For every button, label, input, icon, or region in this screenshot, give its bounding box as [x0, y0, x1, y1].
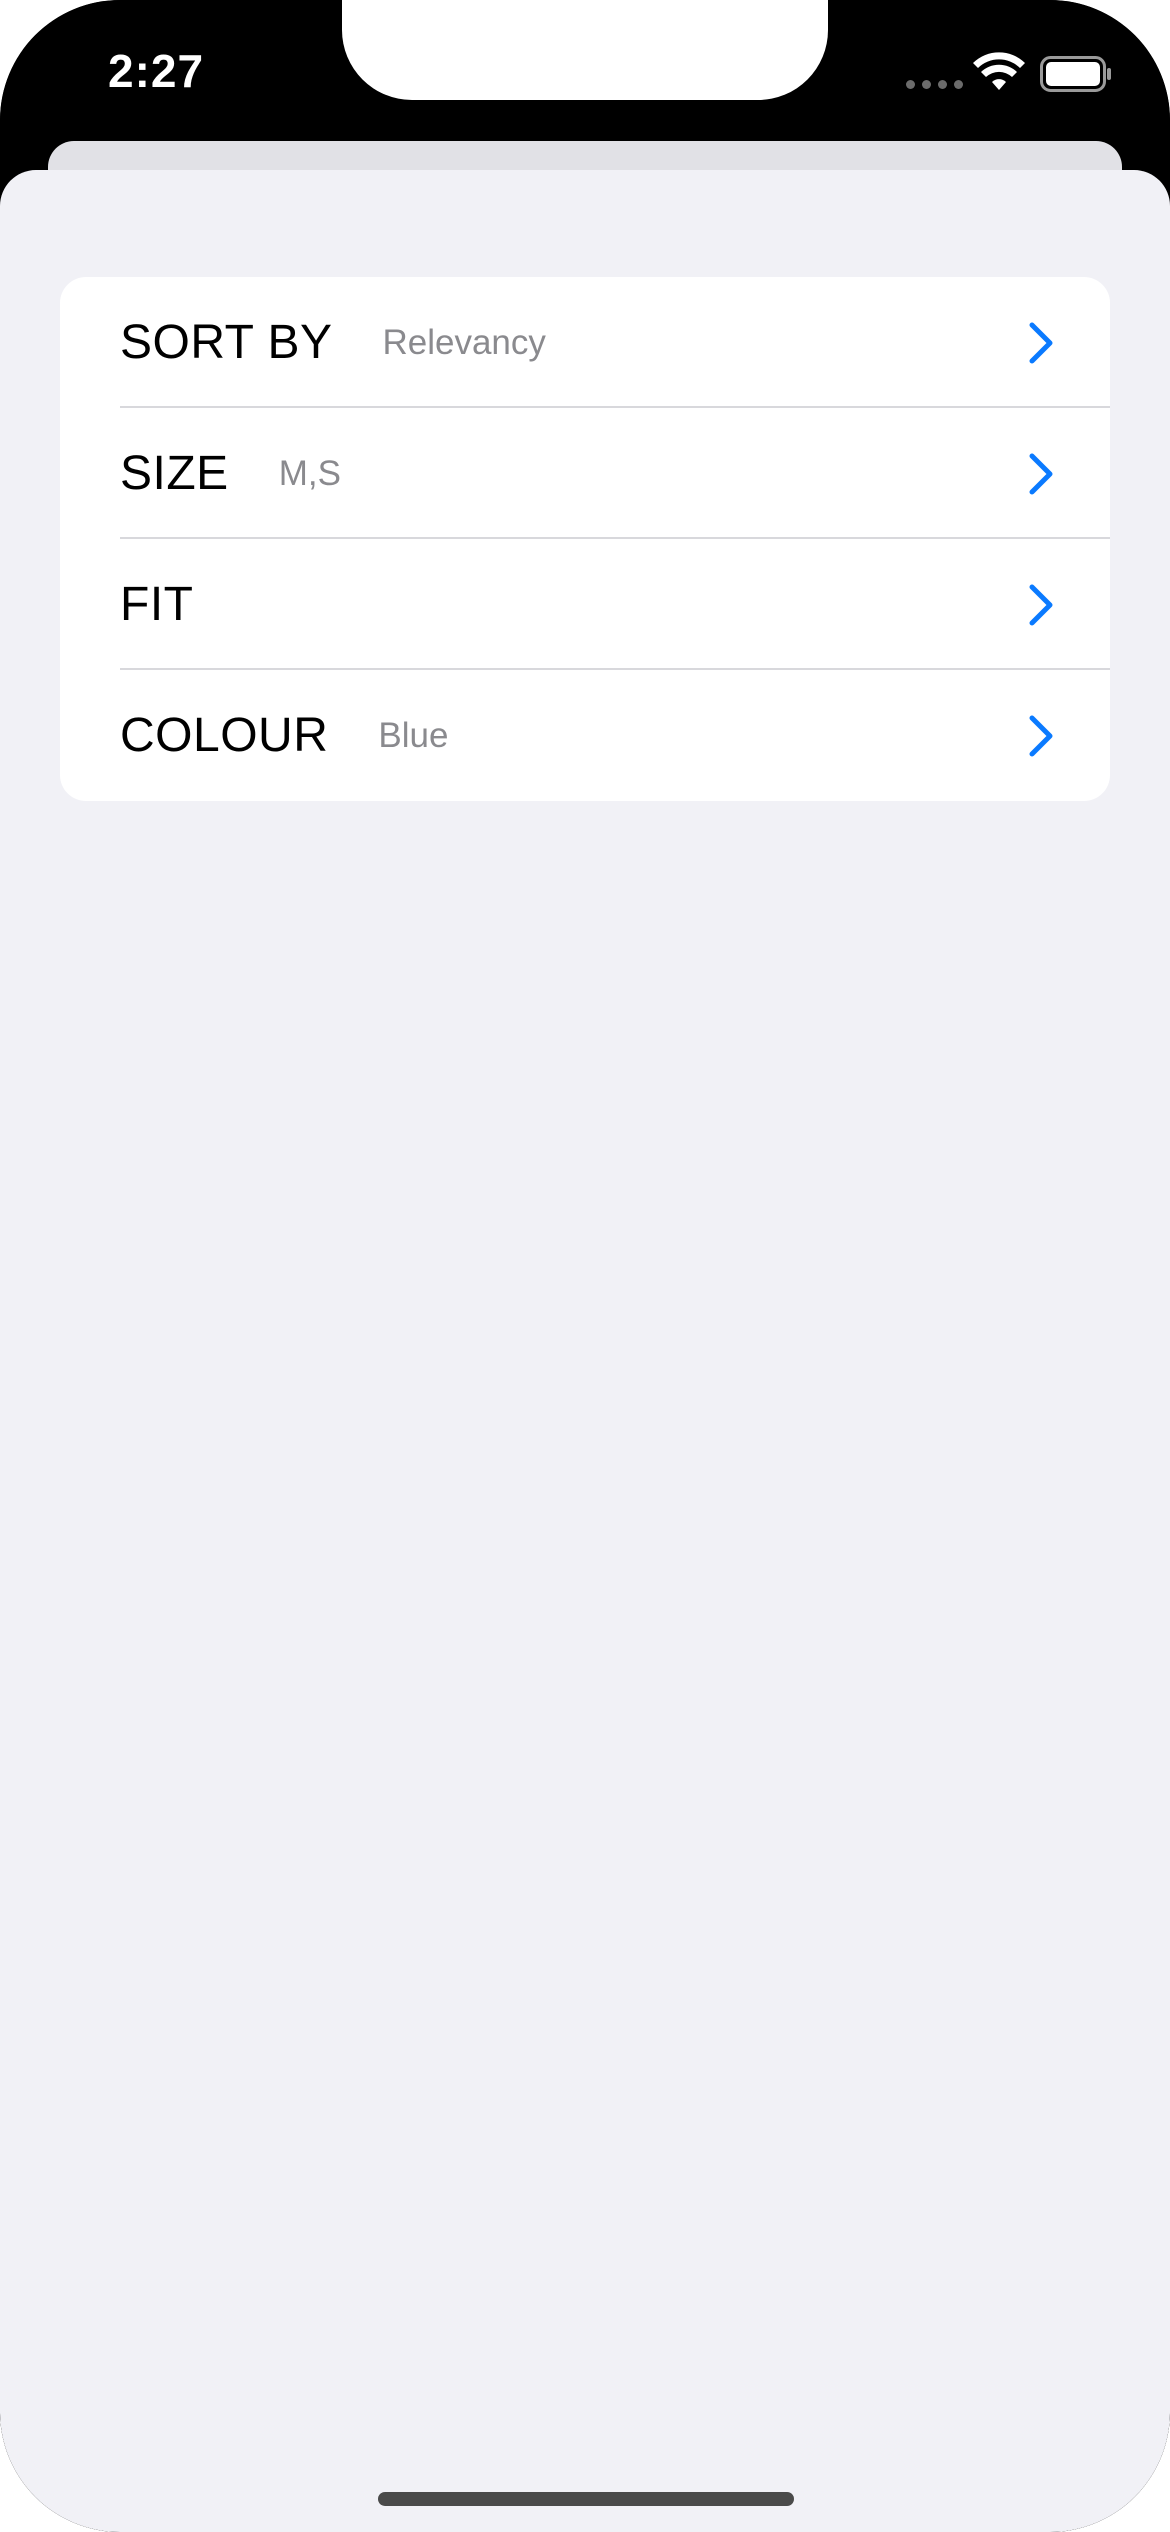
filter-label: SORT BY — [120, 316, 333, 369]
chevron-right-icon — [1029, 715, 1053, 756]
filter-label: COLOUR — [120, 709, 329, 762]
filter-row-fit[interactable]: FIT — [60, 539, 1110, 670]
home-indicator[interactable] — [378, 2492, 794, 2506]
filter-list: SORT BY Relevancy SIZE M,S FIT COLOUR Bl… — [60, 277, 1110, 801]
filter-sheet: SORT BY Relevancy SIZE M,S FIT COLOUR Bl… — [0, 170, 1170, 2532]
status-time: 2:27 — [108, 45, 205, 97]
filter-value: M,S — [278, 453, 341, 493]
filter-value: Relevancy — [382, 322, 546, 362]
chevron-right-icon — [1029, 322, 1053, 363]
chevron-right-icon — [1029, 453, 1053, 494]
filter-value: Blue — [378, 715, 449, 755]
filter-label: SIZE — [120, 447, 229, 500]
notch — [342, 0, 828, 100]
battery-icon — [1040, 56, 1111, 92]
cellular-signal-icon — [906, 80, 963, 89]
filter-label: FIT — [120, 578, 194, 631]
device-frame: 2:27 SORT BY Relevancy SIZE M,S FIT COLO… — [0, 0, 1170, 2532]
filter-row-sort-by[interactable]: SORT BY Relevancy — [60, 277, 1110, 408]
filter-row-colour[interactable]: COLOUR Blue — [60, 670, 1110, 801]
filter-row-size[interactable]: SIZE M,S — [60, 408, 1110, 539]
wifi-icon — [973, 52, 1025, 90]
chevron-right-icon — [1029, 584, 1053, 625]
